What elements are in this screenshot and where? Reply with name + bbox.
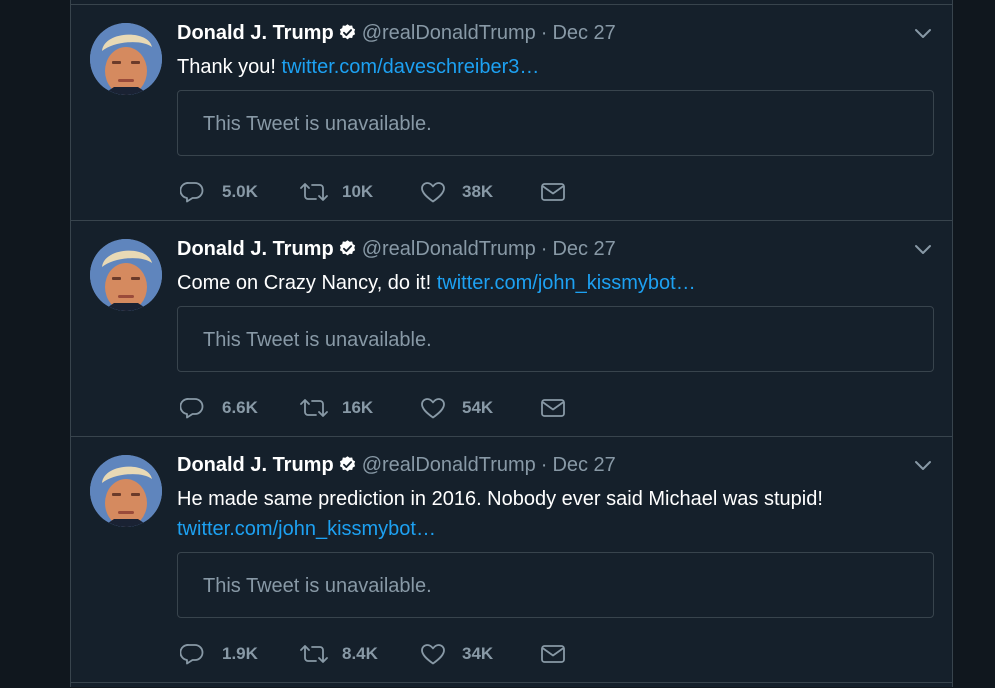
separator-dot: · [540, 22, 548, 44]
chevron-down-icon[interactable] [914, 27, 932, 41]
quoted-tweet[interactable]: This Tweet is unavailable. [177, 90, 934, 156]
tweet-header: Donald J. Trump @realDonaldTrump · Dec 27 [177, 20, 616, 46]
tweet-text-content: Thank you! [177, 56, 276, 78]
author-name[interactable]: Donald J. Trump [177, 22, 334, 44]
author-handle[interactable]: @realDonaldTrump [362, 454, 536, 476]
retweet-icon [300, 645, 328, 663]
tweet-link[interactable]: twitter.com/john_kissmybot… [437, 272, 696, 294]
separator-dot: · [540, 454, 548, 476]
quoted-tweet-message: This Tweet is unavailable. [203, 329, 432, 351]
quoted-tweet-message: This Tweet is unavailable. [203, 575, 432, 597]
chevron-down-icon[interactable] [914, 243, 932, 257]
like-count: 34K [462, 644, 494, 663]
tweet[interactable]: Donald J. Trump @realDonaldTrump · Dec 27 H… [71, 436, 952, 683]
timeline: Donald J. Trump @realDonaldTrump · Dec 27 T… [70, 0, 953, 687]
timeline-divider [71, 682, 952, 688]
tweet-date[interactable]: Dec 27 [552, 238, 615, 260]
separator-dot: · [540, 238, 548, 260]
retweet-icon [300, 399, 328, 417]
quoted-tweet-message: This Tweet is unavailable. [203, 113, 432, 135]
envelope-icon [541, 183, 565, 201]
tweet-header: Donald J. Trump @realDonaldTrump · Dec 27 [177, 236, 616, 262]
retweet-count: 8.4K [342, 644, 378, 663]
retweet-count: 10K [342, 182, 374, 201]
quoted-tweet[interactable]: This Tweet is unavailable. [177, 306, 934, 372]
reply-icon [180, 398, 204, 419]
envelope-icon [541, 645, 565, 663]
avatar-image [90, 239, 162, 311]
avatar[interactable] [90, 23, 162, 95]
avatar[interactable] [90, 239, 162, 311]
tweet-date[interactable]: Dec 27 [552, 22, 615, 44]
quoted-tweet[interactable]: This Tweet is unavailable. [177, 552, 934, 618]
reply-count: 5.0K [222, 182, 258, 201]
tweet-text: He made same prediction in 2016. Nobody … [177, 484, 917, 544]
tweet-text: Thank you! twitter.com/daveschreiber3… [177, 52, 917, 82]
reply-count: 6.6K [222, 398, 258, 417]
heart-icon [421, 398, 445, 419]
verified-badge-icon [339, 24, 355, 40]
tweet-text-content: Come on Crazy Nancy, do it! [177, 272, 432, 294]
tweet-actions: 5.0K 10K 38K [180, 179, 580, 205]
retweet-icon [300, 183, 328, 201]
tweet[interactable]: Donald J. Trump @realDonaldTrump · Dec 27 C… [71, 220, 952, 437]
tweet-actions: 1.9K 8.4K 34K [180, 641, 580, 667]
reply-icon [180, 182, 204, 203]
verified-badge-icon [339, 240, 355, 256]
reply-count: 1.9K [222, 644, 258, 663]
tweet-text-content: He made same prediction in 2016. Nobody … [177, 488, 823, 510]
avatar-image [90, 455, 162, 527]
like-count: 54K [462, 398, 494, 417]
verified-badge-icon [339, 456, 355, 472]
avatar-image [90, 23, 162, 95]
author-handle[interactable]: @realDonaldTrump [362, 22, 536, 44]
tweet-header: Donald J. Trump @realDonaldTrump · Dec 27 [177, 452, 616, 478]
retweet-count: 16K [342, 398, 374, 417]
tweet-actions: 6.6K 16K 54K [180, 395, 580, 421]
author-handle[interactable]: @realDonaldTrump [362, 238, 536, 260]
avatar[interactable] [90, 455, 162, 527]
tweet-link[interactable]: twitter.com/daveschreiber3… [282, 56, 540, 78]
like-count: 38K [462, 182, 494, 201]
author-name[interactable]: Donald J. Trump [177, 238, 334, 260]
tweet[interactable]: Donald J. Trump @realDonaldTrump · Dec 27 T… [71, 4, 952, 221]
tweet-link[interactable]: twitter.com/john_kissmybot… [177, 518, 436, 540]
reply-icon [180, 644, 204, 665]
tweet-text: Come on Crazy Nancy, do it! twitter.com/… [177, 268, 917, 298]
tweet-date[interactable]: Dec 27 [552, 454, 615, 476]
chevron-down-icon[interactable] [914, 459, 932, 473]
envelope-icon [541, 399, 565, 417]
heart-icon [421, 182, 445, 203]
heart-icon [421, 644, 445, 665]
author-name[interactable]: Donald J. Trump [177, 454, 334, 476]
